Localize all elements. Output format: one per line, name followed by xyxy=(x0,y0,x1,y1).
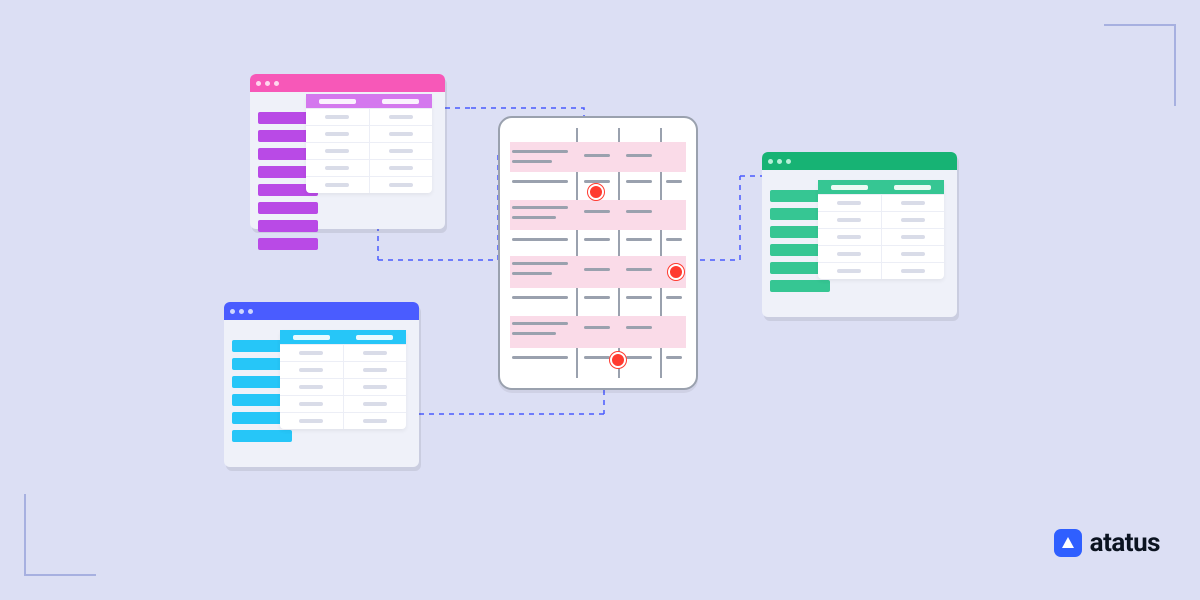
window-titlebar xyxy=(762,152,957,170)
issue-marker xyxy=(668,264,684,280)
window-dot-icon xyxy=(230,309,235,314)
diagram-stage xyxy=(0,0,1200,600)
window-dot-icon xyxy=(239,309,244,314)
issue-marker xyxy=(610,352,626,368)
window-dot-icon xyxy=(274,81,279,86)
report-window-pink xyxy=(250,74,445,229)
window-titlebar xyxy=(250,74,445,92)
report-window-blue xyxy=(224,302,419,467)
source-document xyxy=(498,116,698,390)
brand-name: atatus xyxy=(1090,528,1160,558)
brand-logo: atatus xyxy=(1054,528,1160,558)
report-window-green xyxy=(762,152,957,317)
window-dot-icon xyxy=(265,81,270,86)
window-dot-icon xyxy=(768,159,773,164)
window-dot-icon xyxy=(256,81,261,86)
window-dot-icon xyxy=(777,159,782,164)
brand-mark-icon xyxy=(1054,529,1082,557)
window-dot-icon xyxy=(248,309,253,314)
window-titlebar xyxy=(224,302,419,320)
window-dot-icon xyxy=(786,159,791,164)
issue-marker xyxy=(588,184,604,200)
